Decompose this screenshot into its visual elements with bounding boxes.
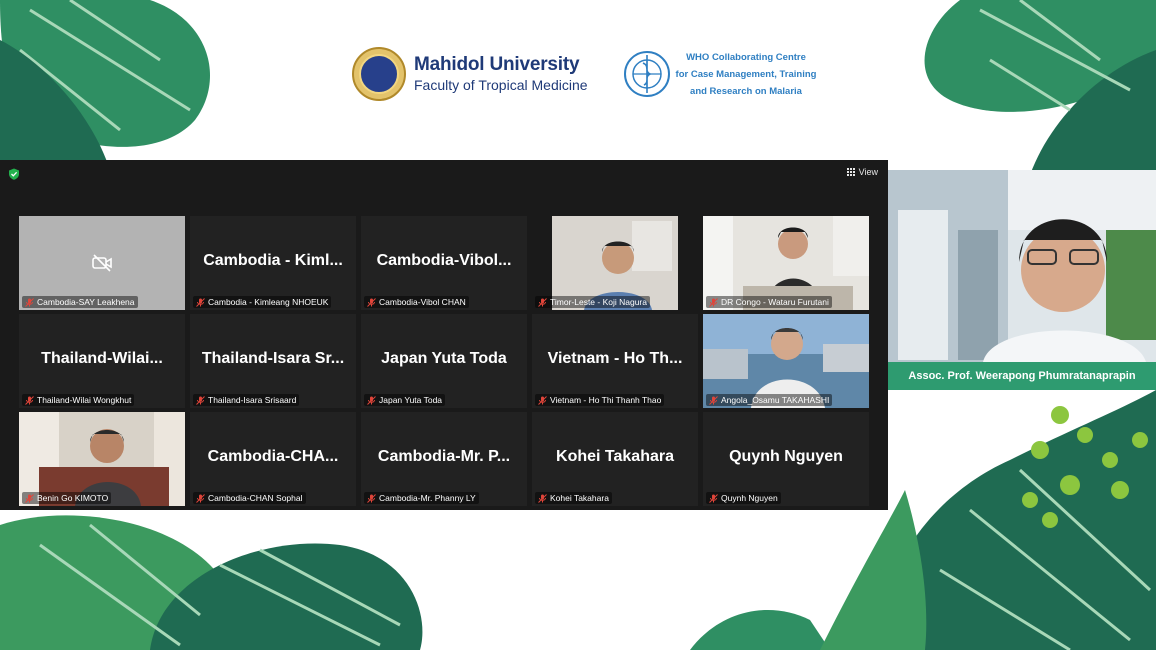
participant-tile[interactable]: Benin Go KIMOTO [19, 412, 185, 506]
mic-muted-icon [196, 297, 205, 307]
video-off-icon [92, 254, 112, 272]
participant-name: Benin Go KIMOTO [22, 492, 112, 504]
participant-tile[interactable]: Cambodia-SAY Leakhena [19, 216, 185, 310]
participant-name: Vietnam - Ho Thi Thanh Thao [535, 394, 665, 406]
participant-tile[interactable]: DR Congo - Wataru Furutani [703, 216, 869, 310]
speaker-video [888, 170, 1156, 362]
participant-tile[interactable]: Kohei Takahara Kohei Takahara [532, 412, 698, 506]
speaker-name-caption: Assoc. Prof. Weerapong Phumratanaprapin [888, 362, 1156, 390]
mic-muted-icon [367, 493, 376, 503]
participant-tile[interactable]: Japan Yuta Toda Japan Yuta Toda [361, 314, 527, 408]
participant-name: Cambodia - Kimleang NHOEUK [193, 296, 332, 308]
mic-muted-icon [196, 395, 205, 405]
participant-tile[interactable]: Cambodia-Vibol... Cambodia-Vibol CHAN [361, 216, 527, 310]
monstera-leaf-bottom-left [0, 515, 423, 650]
participant-tile[interactable]: Thailand-Isara Sr... Thailand-Isara Sris… [190, 314, 356, 408]
participant-display-name: Kohei Takahara [556, 448, 674, 465]
who-logo [623, 51, 670, 97]
participant-name: Kohei Takahara [535, 492, 612, 504]
zoom-gallery-view: View Cambodia-SAY Leakhena Cambodia - Ki… [0, 160, 888, 510]
participant-display-name: Cambodia-Mr. P... [377, 448, 511, 465]
who-line-2: for Case Management, Training [675, 68, 817, 80]
mic-muted-icon [25, 395, 34, 405]
participant-name: Cambodia-CHAN Sophal [193, 492, 306, 504]
participant-name: Japan Yuta Toda [364, 394, 446, 406]
participant-display-name: Cambodia - Kiml... [203, 252, 343, 269]
participant-display-name: Vietnam - Ho Th... [547, 350, 683, 367]
participant-name: Cambodia-Vibol CHAN [364, 296, 469, 308]
participant-name: Thailand-Wilai Wongkhut [22, 394, 135, 406]
who-centre-text: WHO Collaborating Centre for Case Manage… [676, 49, 817, 100]
event-header: Mahidol University Faculty of Tropical M… [352, 44, 816, 104]
mic-muted-icon [538, 493, 547, 503]
grid-view-icon [846, 168, 855, 176]
participant-name: DR Congo - Wataru Furutani [706, 296, 832, 308]
mic-muted-icon [25, 297, 34, 307]
participant-display-name: Cambodia-Vibol... [376, 252, 512, 269]
monstera-leaf-top-left [0, 0, 210, 170]
participant-name: Quynh Nguyen [706, 492, 781, 504]
participant-display-name: Thailand-Isara Sr... [201, 350, 345, 367]
participant-tile[interactable]: Cambodia-CHA... Cambodia-CHAN Sophal [190, 412, 356, 506]
participant-name: Cambodia-Mr. Phanny LY [364, 492, 479, 504]
participant-display-name: Japan Yuta Toda [381, 350, 507, 367]
mic-muted-icon [709, 395, 718, 405]
mic-muted-icon [538, 395, 547, 405]
participant-tile[interactable]: Thailand-Wilai... Thailand-Wilai Wongkhu… [19, 314, 185, 408]
mic-muted-icon [196, 493, 205, 503]
mic-muted-icon [25, 493, 34, 503]
view-label: View [858, 167, 878, 177]
who-line-3: and Research on Malaria [690, 85, 802, 97]
mahidol-seal-logo [352, 47, 406, 101]
participant-name: Angola_Osamu TAKAHASHI [706, 394, 833, 406]
participant-tile[interactable]: Vietnam - Ho Th... Vietnam - Ho Thi Than… [532, 314, 698, 408]
participant-name: Timor-Leste - Koji Nagura [535, 296, 650, 308]
mic-muted-icon [538, 297, 547, 307]
who-line-1: WHO Collaborating Centre [686, 51, 806, 63]
participant-tile[interactable]: Timor-Leste - Koji Nagura [532, 216, 698, 310]
participant-display-name: Thailand-Wilai... [41, 350, 163, 367]
encryption-shield-icon[interactable] [8, 168, 20, 180]
view-button[interactable]: View [846, 167, 878, 177]
mic-muted-icon [367, 297, 376, 307]
mic-muted-icon [367, 395, 376, 405]
mic-muted-icon [709, 297, 718, 307]
participant-name: Thailand-Isara Srisaard [193, 394, 300, 406]
participant-display-name: Quynh Nguyen [729, 448, 843, 465]
mahidol-wordmark: Mahidol University Faculty of Tropical M… [414, 54, 588, 94]
participant-tile[interactable]: Angola_Osamu TAKAHASHI [703, 314, 869, 408]
participant-tile[interactable]: Cambodia - Kiml... Cambodia - Kimleang N… [190, 216, 356, 310]
faculty-name: Faculty of Tropical Medicine [414, 77, 588, 93]
monstera-leaf-top-right [924, 0, 1156, 175]
participant-tile[interactable]: Cambodia-Mr. P... Cambodia-Mr. Phanny LY [361, 412, 527, 506]
university-name: Mahidol University [414, 54, 580, 75]
mic-muted-icon [709, 493, 718, 503]
participant-name: Cambodia-SAY Leakhena [22, 296, 138, 308]
speaker-video-frame [888, 170, 1156, 362]
participant-display-name: Cambodia-CHA... [207, 448, 339, 465]
participant-tile[interactable]: Quynh Nguyen Quynh Nguyen [703, 412, 869, 506]
